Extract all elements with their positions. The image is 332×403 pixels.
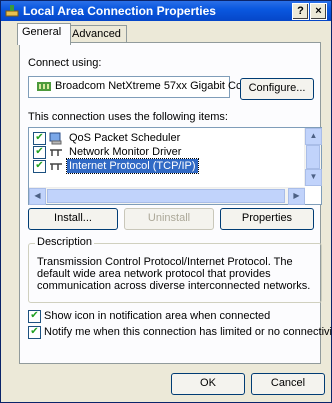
- network-connection-icon: [5, 5, 19, 17]
- scroll-left-icon[interactable]: ◀: [29, 188, 46, 205]
- hscroll-thumb[interactable]: [47, 189, 285, 203]
- item-checkbox[interactable]: ✔: [33, 146, 46, 159]
- protocol-icon: [50, 163, 62, 170]
- show-icon-label: Show icon in notification area when conn…: [44, 310, 271, 322]
- notify-checkbox[interactable]: ✔: [28, 326, 41, 339]
- properties-window: Local Area Connection Properties ? × Gen…: [0, 0, 332, 403]
- item-checkbox[interactable]: ✔: [33, 132, 46, 145]
- configure-button[interactable]: Configure...: [240, 78, 314, 100]
- scroll-thumb[interactable]: [306, 145, 320, 169]
- vertical-scrollbar[interactable]: ▲ ▼: [304, 128, 322, 186]
- window-title: Local Area Connection Properties: [23, 4, 216, 18]
- uninstall-button[interactable]: Uninstall: [124, 208, 214, 230]
- items-label: This connection uses the following items…: [28, 111, 228, 123]
- protocol-icon: [50, 149, 62, 156]
- notify-label: Notify me when this connection has limit…: [44, 326, 332, 338]
- cancel-button[interactable]: Cancel: [251, 373, 325, 395]
- description-group: Description Transmission Control Protoco…: [28, 236, 322, 303]
- show-icon-checkbox[interactable]: ✔: [28, 310, 41, 323]
- adapter-name: Broadcom NetXtreme 57xx Gigabit Cc: [55, 80, 242, 92]
- scroll-down-icon[interactable]: ▼: [305, 169, 322, 186]
- scroll-right-icon[interactable]: ▶: [288, 188, 305, 205]
- item-label: Network Monitor Driver: [69, 146, 182, 158]
- connect-using-label: Connect using:: [28, 57, 102, 69]
- item-label-selected: Internet Protocol (TCP/IP): [66, 158, 199, 174]
- adapter-field: Broadcom NetXtreme 57xx Gigabit Cc: [28, 76, 241, 98]
- help-button[interactable]: ?: [292, 3, 309, 20]
- description-text: Transmission Control Protocol/Internet P…: [37, 256, 311, 292]
- properties-button[interactable]: Properties: [220, 208, 314, 230]
- horizontal-scrollbar[interactable]: ◀ ▶: [29, 187, 305, 205]
- close-button[interactable]: ×: [310, 3, 327, 20]
- title-bar[interactable]: Local Area Connection Properties ? ×: [1, 1, 331, 21]
- components-list[interactable]: ✔ QoS Packet Scheduler ✔ Network Monitor…: [28, 127, 322, 205]
- general-panel: Connect using: Broadcom NetXtreme 57xx G…: [19, 42, 332, 364]
- ok-button[interactable]: OK: [171, 373, 245, 395]
- scroll-up-icon[interactable]: ▲: [305, 128, 322, 145]
- description-legend: Description: [35, 236, 95, 248]
- scheduler-icon: [49, 132, 62, 145]
- install-button[interactable]: Install...: [28, 208, 118, 230]
- item-checkbox[interactable]: ✔: [33, 160, 46, 173]
- item-label: QoS Packet Scheduler: [69, 132, 181, 144]
- tab-general[interactable]: General: [17, 23, 71, 45]
- network-adapter-icon: [37, 82, 51, 91]
